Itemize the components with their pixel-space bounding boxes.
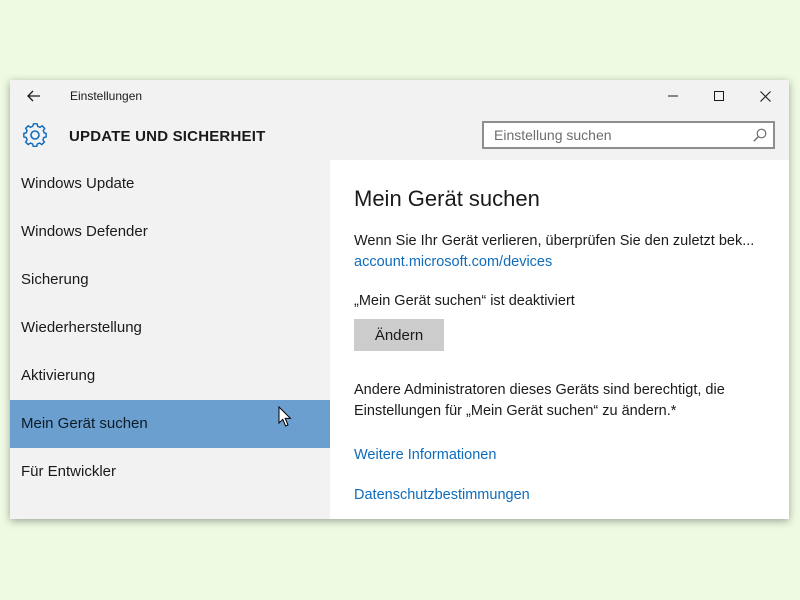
privacy-link[interactable]: Datenschutzbestimmungen [354,487,530,503]
more-info-link[interactable]: Weitere Informationen [354,447,496,463]
search-box[interactable] [482,121,775,149]
title-bar: Einstellungen [10,80,789,112]
devices-link[interactable]: account.microsoft.com/devices [354,254,552,270]
sidebar: Windows Update Windows Defender Sicherun… [10,160,330,519]
admin-notice-line-1: Andere Administratoren dieses Geräts sin… [354,382,725,398]
sidebar-item-aktivierung[interactable]: Aktivierung [10,352,330,400]
mouse-pointer-icon [278,406,292,427]
close-icon [759,90,771,102]
settings-window: Einstellungen UPDATE UND SICHERHEIT Eins… [10,80,789,519]
gear-icon [23,123,47,148]
maximize-button[interactable] [696,80,742,112]
page-title: Mein Gerät suchen [354,186,540,211]
back-button[interactable] [22,84,46,108]
window-title: Einstellungen [70,89,143,103]
sidebar-item-label: Mein Gerät suchen [21,415,148,432]
minimize-button[interactable] [650,80,696,112]
main-content: Mein Gerät suchen Wenn Sie Ihr Gerät ver… [330,160,789,519]
close-button[interactable] [742,80,788,112]
minimize-icon [668,95,678,97]
change-button[interactable]: Ändern [354,319,444,351]
search-icon[interactable] [753,128,767,142]
sidebar-item-fuer-entwickler[interactable]: Für Entwickler [10,448,330,496]
sidebar-item-mein-geraet-suchen[interactable]: Mein Gerät suchen [10,400,330,448]
page-header: UPDATE UND SICHERHEIT [10,112,789,160]
section-title: UPDATE UND SICHERHEIT [69,128,266,145]
sidebar-item-wiederherstellung[interactable]: Wiederherstellung [10,304,330,352]
sidebar-item-windows-defender[interactable]: Windows Defender [10,208,330,256]
description-text: Wenn Sie Ihr Gerät verlieren, überprüfen… [354,233,755,249]
admin-notice-line-2: Einstellungen für „Mein Gerät suchen“ zu… [354,403,677,419]
arrow-left-icon [27,90,40,102]
maximize-icon [714,91,724,101]
admin-notice: Andere Administratoren dieses Geräts sin… [354,380,774,422]
status-text: „Mein Gerät suchen“ ist deaktiviert [354,293,575,309]
search-input[interactable] [484,123,749,147]
sidebar-item-sicherung[interactable]: Sicherung [10,256,330,304]
sidebar-item-windows-update[interactable]: Windows Update [10,160,330,208]
